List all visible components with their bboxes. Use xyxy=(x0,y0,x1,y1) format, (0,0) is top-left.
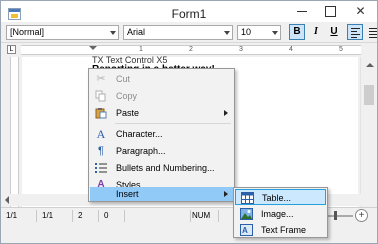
zoom-slider-handle[interactable] xyxy=(334,211,337,220)
submenu-item-label: Image... xyxy=(261,209,294,219)
menu-item-label: Bullets and Numbering... xyxy=(116,163,215,173)
status-line: 2 xyxy=(75,210,99,222)
underline-button[interactable]: U xyxy=(326,24,342,40)
italic-button[interactable]: I xyxy=(308,24,324,40)
character-icon: A xyxy=(96,127,106,141)
minimize-button[interactable] xyxy=(288,1,316,21)
vertical-scrollbar[interactable] xyxy=(360,57,377,207)
ruler-number: 4 xyxy=(289,46,293,53)
close-button[interactable]: ✕ xyxy=(344,1,377,21)
bullets-icon xyxy=(95,162,107,174)
submenu-item-table[interactable]: Table... xyxy=(235,189,326,205)
style-combo[interactable]: [Normal] xyxy=(6,25,119,40)
submenu-item-label: Table... xyxy=(262,193,292,203)
scroll-left-icon[interactable] xyxy=(5,196,9,204)
chevron-down-icon xyxy=(272,31,278,35)
status-section: 1/1 xyxy=(39,210,73,222)
align-left-button[interactable] xyxy=(347,24,363,40)
ruler-row: L 1 2 3 4 5 xyxy=(1,44,377,56)
ruler-number: 1 xyxy=(139,46,143,53)
menu-item-paste[interactable]: Paste xyxy=(90,105,233,121)
svg-text:A: A xyxy=(242,226,248,235)
menu-item-character[interactable]: A Character... xyxy=(90,126,233,142)
submenu-arrow-icon xyxy=(224,110,228,116)
maximize-button[interactable] xyxy=(316,1,344,21)
status-spacer xyxy=(127,210,191,222)
image-icon xyxy=(240,208,253,220)
paste-icon xyxy=(95,107,107,119)
chevron-down-icon xyxy=(224,31,230,35)
style-combo-value: [Normal] xyxy=(10,27,45,37)
insert-submenu: Table... Image... A Text Frame xyxy=(233,187,328,238)
table-icon xyxy=(241,192,254,204)
zoom-in-button[interactable]: + xyxy=(355,209,368,222)
menu-item-label: Copy xyxy=(116,91,138,101)
menu-item-label: Character... xyxy=(116,129,163,139)
menu-item-label: Insert xyxy=(116,189,139,199)
submenu-arrow-icon xyxy=(224,191,228,197)
submenu-item-image[interactable]: Image... xyxy=(235,206,326,222)
submenu-item-text-frame[interactable]: A Text Frame xyxy=(235,222,326,238)
paragraph-icon: ¶ xyxy=(98,145,104,157)
menu-item-bullets[interactable]: Bullets and Numbering... xyxy=(90,160,233,176)
menu-item-label: Paste xyxy=(116,108,140,118)
chevron-down-icon xyxy=(110,31,116,35)
status-column: 0 xyxy=(101,210,125,222)
submenu-item-label: Text Frame xyxy=(261,225,307,235)
ruler-number: 5 xyxy=(339,46,343,53)
indent-marker[interactable] xyxy=(89,46,97,50)
ruler-number: 2 xyxy=(189,46,193,53)
status-page: 1/1 xyxy=(3,210,37,222)
menu-item-insert[interactable]: Insert xyxy=(90,187,233,201)
text-frame-icon: A xyxy=(240,224,253,236)
ruler-number: 3 xyxy=(239,46,243,53)
copy-icon xyxy=(95,90,107,102)
font-size-combo[interactable]: 10 xyxy=(237,25,281,40)
menu-separator xyxy=(115,123,231,124)
menu-item-cut[interactable]: ✂ Cut xyxy=(90,71,233,87)
horizontal-ruler[interactable]: 1 2 3 4 5 xyxy=(21,45,361,55)
formatting-toolbar: [Normal] Arial 10 B I U xyxy=(1,22,377,43)
bold-button[interactable]: B xyxy=(289,24,305,40)
menu-item-label: Cut xyxy=(116,74,131,84)
tab-selector-button[interactable]: L xyxy=(7,45,16,54)
scissors-icon: ✂ xyxy=(96,73,106,85)
font-combo-value: Arial xyxy=(127,27,146,37)
vertical-ruler xyxy=(10,57,19,207)
align-center-button[interactable] xyxy=(367,24,377,40)
menu-item-label: Paragraph... xyxy=(116,146,166,156)
menu-item-copy[interactable]: Copy xyxy=(90,88,233,104)
font-size-value: 10 xyxy=(241,27,252,37)
scroll-up-icon[interactable] xyxy=(366,63,374,67)
context-menu: ✂ Cut Copy Paste A Character... ¶ Paragr… xyxy=(88,68,235,202)
status-num: NUM xyxy=(189,210,219,222)
menu-item-paragraph[interactable]: ¶ Paragraph... xyxy=(90,143,233,159)
scroll-thumb[interactable] xyxy=(364,85,374,105)
font-combo[interactable]: Arial xyxy=(123,25,233,40)
